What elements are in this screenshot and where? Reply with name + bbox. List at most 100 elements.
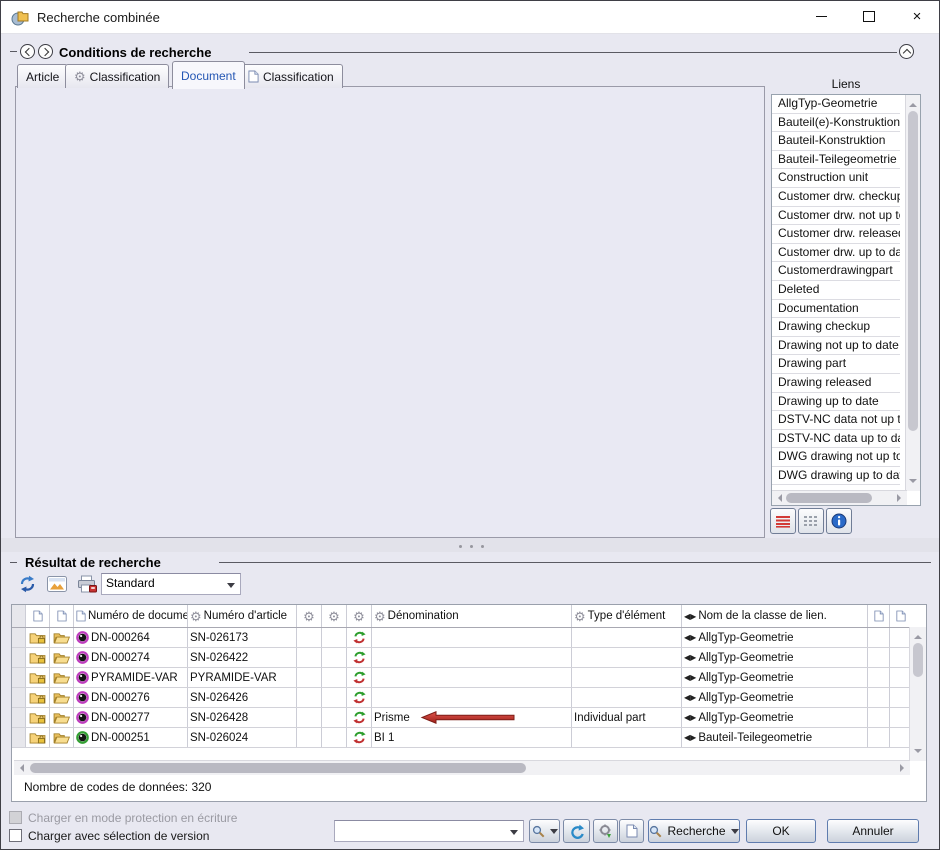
table-row[interactable]: DN-000264 SN-026173 ◀▶AllgTyp-Geometrie [12,628,926,648]
link-pair-icon: ◀▶ [684,673,696,682]
liens-item[interactable]: Customer drw. released [772,225,900,244]
row-selector[interactable] [12,708,26,727]
liens-item[interactable]: Customerdrawingpart [772,262,900,281]
tab-document[interactable]: Document [172,61,245,89]
liens-item[interactable]: Documentation [772,300,900,319]
table-row[interactable]: DN-000276 SN-026426 ◀▶AllgTyp-Geometrie [12,688,926,708]
tab-classification-1[interactable]: ⚙ Classification [65,64,169,88]
folder-lock-icon[interactable] [29,631,46,644]
liens-item[interactable]: Drawing part [772,355,900,374]
liens-item[interactable]: DWG drawing not up to date [772,448,900,467]
saved-search-combo[interactable] [334,820,524,842]
version-select-checkbox[interactable] [9,829,22,842]
minimize-button[interactable] [801,1,841,31]
column-header-element-type[interactable]: ⚙Type d'élément [572,605,682,627]
column-header-lock[interactable] [26,605,50,627]
prev-tab-button[interactable] [20,44,35,59]
ok-button[interactable]: OK [746,819,816,843]
column-header-extra-1[interactable] [868,605,890,627]
folder-open-icon[interactable] [53,711,70,724]
liens-item[interactable]: Deleted [772,281,900,300]
scrollbar-thumb[interactable] [913,643,923,677]
column-header-attr-3[interactable]: ⚙ [347,605,372,627]
folder-lock-icon[interactable] [29,731,46,744]
folder-open-icon[interactable] [53,651,70,664]
table-vertical-scrollbar[interactable] [909,627,926,761]
tab-classification-2[interactable]: Classification [239,64,343,88]
document-export-button[interactable] [619,819,644,843]
settings-export-button[interactable] [593,819,618,843]
column-header-doc-number[interactable]: Numéro de document [74,605,188,627]
doc-number-cell: DN-000276 [91,692,150,704]
liens-item[interactable]: DSTV-NC data up to date [772,430,900,449]
liens-item[interactable]: Customer drw. not up to date [772,207,900,226]
folder-open-icon[interactable] [53,731,70,744]
row-selector[interactable] [12,668,26,687]
liens-item[interactable]: Construction unit [772,169,900,188]
liens-item[interactable]: Drawing checkup [772,318,900,337]
folder-lock-icon[interactable] [29,671,46,684]
scrollbar-thumb[interactable] [908,111,918,431]
table-row[interactable]: DN-000274 SN-026422 ◀▶AllgTyp-Geometrie [12,648,926,668]
search-button[interactable]: Recherche [648,819,740,843]
reload-button[interactable] [563,819,590,843]
folder-open-icon[interactable] [53,631,70,644]
liens-item[interactable]: Customer drw. checkup [772,188,900,207]
table-row[interactable]: PYRAMIDE-VAR PYRAMIDE-VAR ◀▶AllgTyp-Geom… [12,668,926,688]
article-number-cell: PYRAMIDE-VAR [190,672,277,684]
liens-item[interactable]: Bauteil-Konstruktion [772,132,900,151]
folder-lock-icon[interactable] [29,651,46,664]
collapse-button[interactable] [899,44,914,59]
row-selector[interactable] [12,648,26,667]
column-header-folder[interactable] [50,605,74,627]
maximize-button[interactable] [849,1,889,31]
row-selector[interactable] [12,688,26,707]
info-button[interactable] [826,508,852,534]
table-row[interactable]: DN-000251 SN-026024 BI 1 ◀▶Bauteil-Teile… [12,728,926,748]
results-title: Résultat de recherche [25,555,161,570]
write-protect-checkbox [9,811,22,824]
column-header-link-class[interactable]: ◀▶Nom de la classe de lien. [682,605,868,627]
table-row[interactable]: DN-000277 SN-026428 Prisme Individual pa… [12,708,926,728]
liens-item[interactable]: Bauteil-Teilegeometrie [772,151,900,170]
liens-item[interactable]: Customer drw. up to date [772,244,900,263]
column-header-attr-1[interactable]: ⚙ [297,605,322,627]
folder-open-icon[interactable] [53,691,70,704]
tab-label: Article [26,70,59,84]
gear-icon: ⚙ [303,610,315,623]
refresh-results-button[interactable] [15,573,39,595]
cancel-button[interactable]: Annuler [827,819,919,843]
next-tab-button[interactable] [38,44,53,59]
result-filter-combo[interactable]: Standard [101,573,241,595]
list-view-button[interactable] [770,508,796,534]
print-results-button[interactable] [75,573,99,595]
folder-lock-icon[interactable] [29,691,46,704]
close-button[interactable]: × [897,1,937,31]
liens-item[interactable]: Drawing up to date [772,393,900,412]
table-horizontal-scrollbar[interactable] [14,760,910,775]
column-header-article-number[interactable]: ⚙Numéro d'article [188,605,297,627]
liens-item[interactable]: AllgTyp-Geometrie [772,95,900,114]
folder-lock-icon[interactable] [29,711,46,724]
liens-item[interactable]: DSTV-NC data not up to date [772,411,900,430]
liens-vertical-scrollbar[interactable] [905,95,920,491]
column-header-extra-2[interactable] [890,605,912,627]
scrollbar-thumb[interactable] [786,493,872,503]
liens-item[interactable]: DWG drawing up to date [772,467,900,486]
column-header-denomination[interactable]: ⚙Dénomination [372,605,572,627]
liens-item[interactable]: Drawing released [772,374,900,393]
folder-open-icon[interactable] [53,671,70,684]
row-selector[interactable] [12,728,26,747]
tab-article[interactable]: Article [17,64,68,88]
grid-view-button[interactable] [798,508,824,534]
row-selector[interactable] [12,628,26,647]
scrollbar-thumb[interactable] [30,763,526,773]
column-header-attr-2[interactable]: ⚙ [322,605,347,627]
liens-item[interactable]: Bauteil(e)-Konstruktion [772,114,900,133]
liens-horizontal-scrollbar[interactable] [772,490,907,505]
result-view-button[interactable] [45,573,69,595]
splitter-handle[interactable] [1,538,940,552]
result-count-status: Nombre de codes de données: 320 [24,780,211,794]
save-search-button[interactable] [529,819,560,843]
liens-item[interactable]: Drawing not up to date [772,337,900,356]
